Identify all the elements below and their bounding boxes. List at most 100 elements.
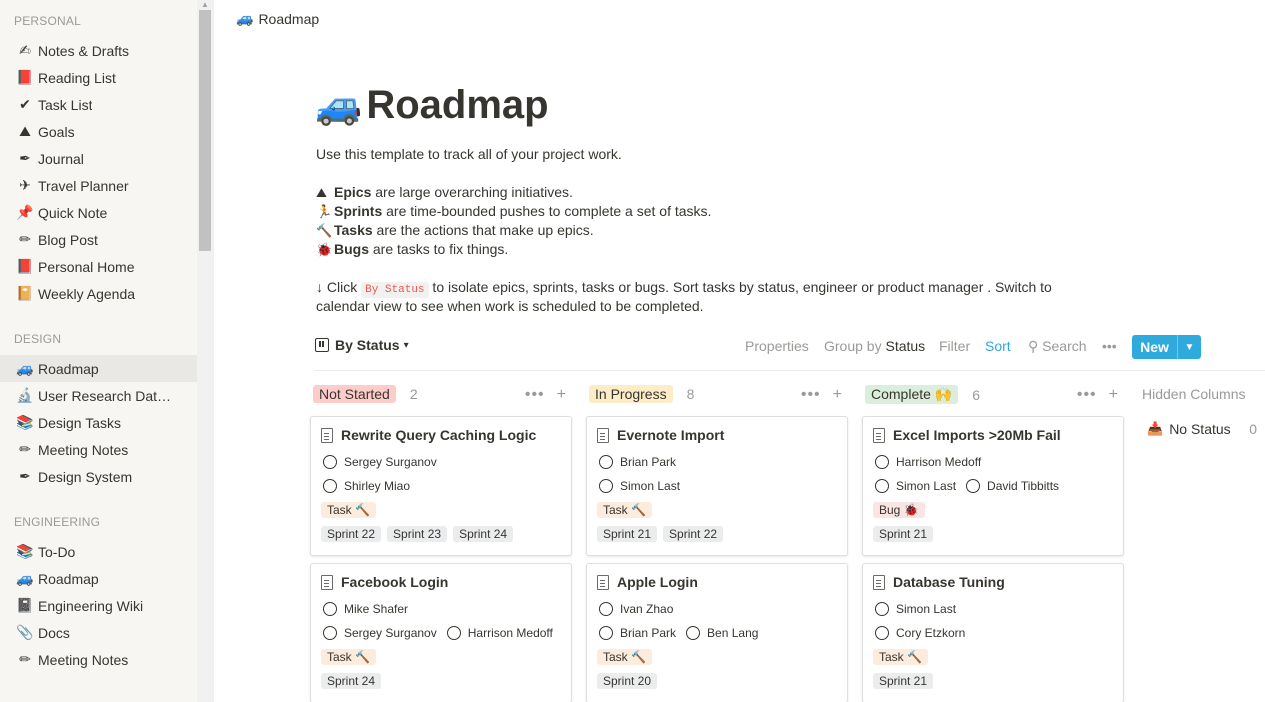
column-header[interactable]: Complete 🙌 6 ••• +	[865, 385, 1125, 404]
search-button[interactable]: ⚲ Search	[1028, 338, 1087, 355]
intro-text: Use this template to track all of your p…	[316, 146, 622, 162]
person-name: Simon Last	[896, 602, 957, 616]
more-options-icon[interactable]: •••	[1102, 338, 1117, 354]
sidebar-item[interactable]: ✏ Meeting Notes	[0, 436, 197, 463]
legend-icon: 🐞	[316, 242, 333, 257]
page-icon: ✏	[19, 231, 31, 247]
chevron-down-icon[interactable]: ▼	[1177, 335, 1201, 359]
more-options-icon[interactable]: •••	[525, 386, 545, 404]
page-title-text[interactable]: Roadmap	[366, 83, 548, 128]
people-row: Simon Last	[873, 597, 1113, 621]
card-title: Excel Imports >20Mb Fail	[873, 427, 1113, 443]
filter-button[interactable]: Filter	[939, 338, 970, 354]
sidebar-item[interactable]: ✈ Travel Planner	[0, 172, 197, 199]
view-selector[interactable]: By Status ▾	[315, 337, 409, 353]
scroll-up-icon[interactable]: ▲	[201, 0, 209, 9]
legend-text: are tasks to fix things.	[369, 241, 509, 257]
sidebar-item[interactable]: 📔 Weekly Agenda	[0, 280, 197, 307]
people-row: Simon Last	[597, 474, 837, 498]
person: Cory Etzkorn	[873, 626, 965, 640]
board-card[interactable]: Evernote Import Brian Park Simon Last Task …	[586, 416, 848, 556]
card-title-text: Excel Imports >20Mb Fail	[893, 427, 1061, 443]
person: Shirley Miao	[321, 479, 410, 493]
avatar	[323, 455, 337, 469]
person: Simon Last	[597, 479, 680, 493]
sidebar-scrollbar[interactable]: ▲	[197, 0, 214, 702]
sidebar-item[interactable]: 📚 To-Do	[0, 538, 197, 565]
add-card-icon[interactable]: +	[833, 386, 843, 404]
sidebar-item[interactable]: 📕 Reading List	[0, 64, 197, 91]
sidebar-item[interactable]: 📌 Quick Note	[0, 199, 197, 226]
sidebar-item[interactable]: 🔬 User Research Datab...	[0, 382, 197, 409]
scrollbar-thumb[interactable]	[199, 10, 211, 251]
column-header[interactable]: In Progress 8 ••• +	[589, 385, 849, 403]
sidebar-item-label: Task List	[38, 96, 93, 113]
add-card-icon[interactable]: +	[557, 386, 567, 404]
avatar	[323, 626, 337, 640]
board-card[interactable]: Excel Imports >20Mb Fail Harrison Medoff S…	[862, 416, 1124, 556]
person-name: Ivan Zhao	[620, 602, 674, 616]
sidebar-item[interactable]: ✒ Design System	[0, 463, 197, 490]
person-name: Brian Park	[620, 455, 677, 469]
person: Brian Park	[597, 455, 676, 469]
sidebar-item-label: Design System	[38, 468, 133, 485]
card-title-text: Rewrite Query Caching Logic	[341, 427, 537, 443]
page-icon: ✔	[19, 96, 31, 112]
inbox-icon: 📥	[1147, 421, 1164, 436]
status-pill[interactable]: Complete 🙌	[865, 385, 959, 404]
sidebar-item[interactable]: 📎 Docs	[0, 619, 197, 646]
board-card[interactable]: Facebook Login Mike Shafer Sergey Surganov…	[310, 563, 572, 702]
person: Brian Park	[597, 626, 676, 640]
sidebar-item[interactable]: ✏ Blog Post	[0, 226, 197, 253]
board-card[interactable]: Database Tuning Simon Last Cory Etzkorn Tas…	[862, 563, 1124, 702]
sprint-row: Sprint 20	[597, 669, 837, 693]
sidebar-item[interactable]: ✍ Notes & Drafts	[0, 37, 197, 64]
document-icon	[321, 427, 333, 443]
sidebar-item[interactable]: ✔ Task List	[0, 91, 197, 118]
new-button-label[interactable]: New	[1132, 335, 1177, 359]
sprint-tag: Sprint 22	[321, 526, 382, 542]
card-title: Facebook Login	[321, 574, 561, 590]
board-card[interactable]: Rewrite Query Caching Logic Sergey Surgan…	[310, 416, 572, 556]
legend-line: ⛰ Epics are large overarching initiatives…	[316, 183, 573, 202]
more-options-icon[interactable]: •••	[801, 386, 821, 404]
sidebar-item[interactable]: 📓 Engineering Wiki	[0, 592, 197, 619]
legend-icon: 🔨	[316, 223, 333, 238]
page-title[interactable]: 🚙 Roadmap	[315, 83, 549, 128]
toolbar-divider	[315, 370, 1265, 371]
hint-prefix: ↓ Click	[316, 279, 362, 295]
car-icon[interactable]: 🚙	[315, 84, 362, 128]
new-button[interactable]: New ▼	[1132, 335, 1201, 359]
sidebar-item[interactable]: ⛰ Goals	[0, 118, 197, 145]
sidebar-item[interactable]: ✒ Journal	[0, 145, 197, 172]
more-options-icon[interactable]: •••	[1077, 386, 1097, 404]
sidebar-item-label: To-Do	[38, 543, 76, 560]
people-row: Harrison Medoff	[873, 450, 1113, 474]
card-title-text: Database Tuning	[893, 574, 1005, 590]
status-pill[interactable]: Not Started	[313, 385, 396, 403]
person-name: Ben Lang	[707, 626, 759, 640]
sort-button[interactable]: Sort	[985, 338, 1011, 354]
breadcrumb-label[interactable]: Roadmap	[258, 11, 319, 27]
properties-button[interactable]: Properties	[745, 338, 809, 354]
breadcrumb[interactable]: 🚙 Roadmap	[236, 10, 319, 27]
column-count: 8	[686, 386, 695, 402]
status-pill[interactable]: In Progress	[589, 385, 673, 403]
avatar	[599, 455, 613, 469]
board-card[interactable]: Apple Login Ivan Zhao Brian Park Ben Lang Ta…	[586, 563, 848, 702]
chevron-down-icon: ▾	[403, 339, 409, 351]
sidebar-item[interactable]: 📚 Design Tasks	[0, 409, 197, 436]
type-tag: Task 🔨	[321, 649, 376, 665]
add-card-icon[interactable]: +	[1109, 386, 1119, 404]
group-by-button[interactable]: Group by Status	[824, 338, 925, 354]
no-status-column[interactable]: 📥 No Status 0	[1147, 421, 1257, 437]
column-header[interactable]: Not Started 2 ••• +	[313, 385, 573, 403]
sprint-tag: Sprint 21	[597, 526, 658, 542]
legend-term: Epics	[334, 184, 372, 200]
sidebar-item[interactable]: 🚙 Roadmap	[0, 565, 197, 592]
sidebar-item[interactable]: 📕 Personal Home	[0, 253, 197, 280]
type-tag: Bug 🐞	[873, 502, 925, 518]
sprint-tag: Sprint 24	[321, 673, 382, 689]
sidebar-item[interactable]: ✏ Meeting Notes	[0, 646, 197, 673]
sidebar-item[interactable]: 🚙 Roadmap	[0, 355, 197, 382]
